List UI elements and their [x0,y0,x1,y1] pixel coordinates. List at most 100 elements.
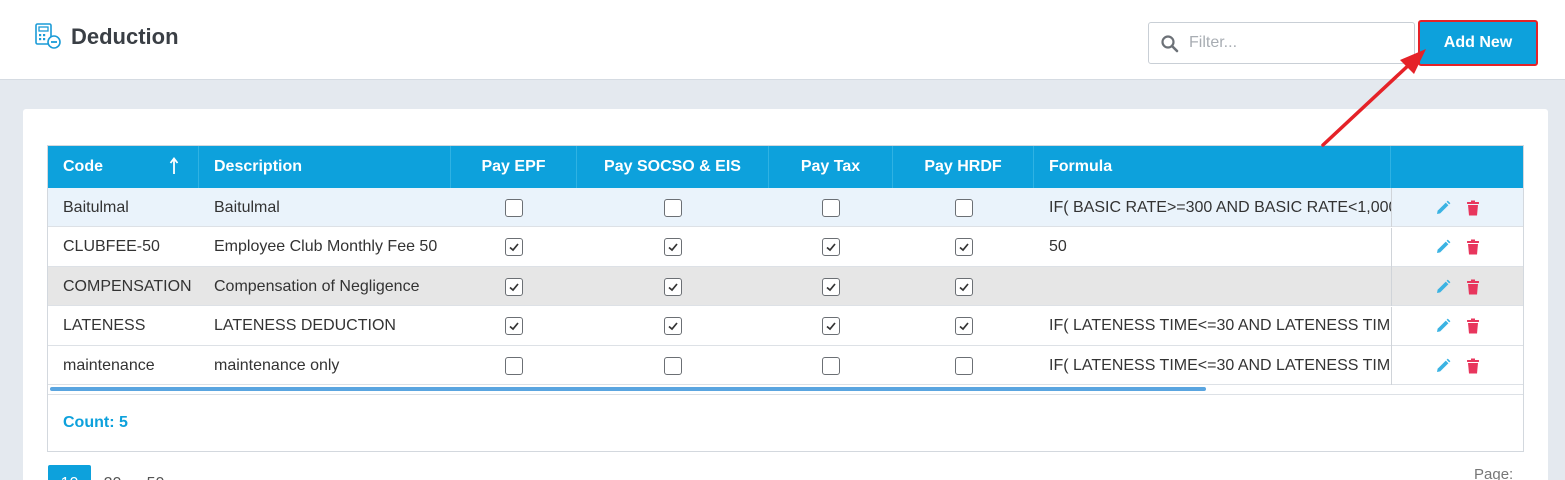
row-count: Count: 5 [63,414,128,431]
cell-pay-tax [769,346,893,385]
row-actions [1391,346,1523,385]
unchecked-checkbox[interactable] [664,198,682,217]
cell-description: Baitulmal [214,198,280,216]
unchecked-checkbox[interactable] [822,198,840,217]
table-row[interactable]: maintenance maintenance only IF( LATENESS … [48,346,1523,385]
table-row[interactable]: LATENESS LATENESS DEDUCTION IF( LATENESS T… [48,306,1523,346]
checked-checkbox[interactable] [664,277,682,296]
cell-code: COMPENSATION [63,277,192,295]
delete-icon[interactable] [1464,357,1482,375]
cell-pay-hrdf [893,307,1034,346]
cell-pay-socso [577,307,769,346]
cell-pay-hrdf [893,228,1034,267]
unchecked-checkbox[interactable] [954,356,973,375]
column-header-code[interactable]: Code [48,146,199,188]
grid-header: Code Description Pay EPF Pay SOCSO & EIS… [48,146,1523,188]
row-actions [1391,188,1523,227]
edit-icon[interactable] [1434,278,1452,296]
checked-checkbox[interactable] [822,238,840,256]
cell-pay-tax [769,267,893,306]
cell-pay-tax [769,188,893,227]
cell-code: Baitulmal [63,198,129,216]
edit-icon[interactable] [1434,357,1452,375]
cell-formula [1034,267,1391,306]
unchecked-checkbox[interactable] [505,356,523,375]
cell-pay-epf [451,188,577,227]
column-header-pay-hrdf[interactable]: Pay HRDF [893,146,1034,188]
table-row[interactable]: Baitulmal Baitulmal IF( BASIC RATE>=300 AN… [48,188,1523,227]
unchecked-checkbox[interactable] [822,356,840,375]
delete-icon[interactable] [1464,278,1482,296]
checked-checkbox[interactable] [822,277,840,296]
grid-footer-divider [48,394,1523,395]
cell-pay-hrdf [893,267,1034,306]
horizontal-scrollbar[interactable] [50,387,1206,391]
checked-checkbox[interactable] [954,277,973,296]
cell-pay-epf [451,228,577,267]
cell-pay-socso [577,188,769,227]
cell-description: LATENESS DEDUCTION [214,317,396,334]
edit-icon[interactable] [1434,199,1452,217]
edit-icon[interactable] [1434,317,1452,335]
checked-checkbox[interactable] [954,317,973,335]
page-size-20[interactable]: 20 [91,465,134,480]
cell-formula: IF( LATENESS TIME<=30 AND LATENESS TIME<… [1049,356,1391,374]
checked-checkbox[interactable] [664,238,682,256]
search-icon [1161,35,1179,53]
calculator-icon [35,23,61,49]
table-row[interactable]: CLUBFEE-50 Employee Club Monthly Fee 50 50 [48,227,1523,267]
edit-icon[interactable] [1434,238,1452,256]
cell-pay-epf [451,307,577,346]
cell-pay-tax [769,307,893,346]
page-size-10[interactable]: 10 [48,465,91,480]
column-header-actions [1391,146,1523,188]
filter-input[interactable] [1189,30,1404,56]
checked-checkbox[interactable] [505,238,523,256]
cell-pay-socso [577,228,769,267]
cell-formula: IF( BASIC RATE>=300 AND BASIC RATE<1,000… [1049,198,1391,216]
checked-checkbox[interactable] [822,317,840,335]
cell-code: LATENESS [63,317,146,334]
cell-pay-epf [451,267,577,306]
checked-checkbox[interactable] [505,277,523,296]
column-header-pay-tax[interactable]: Pay Tax [769,146,893,188]
cell-formula: 50 [1049,238,1067,255]
unchecked-checkbox[interactable] [954,198,973,217]
checked-checkbox[interactable] [664,317,682,335]
page-label: Page: [1474,466,1514,480]
filter-box[interactable] [1148,22,1415,64]
cell-description: Compensation of Negligence [214,277,420,295]
page-title: Deduction [71,24,179,49]
delete-icon[interactable] [1464,317,1482,335]
delete-icon[interactable] [1464,238,1482,256]
checked-checkbox[interactable] [505,317,523,335]
top-bar: Deduction Add New [0,0,1565,80]
unchecked-checkbox[interactable] [505,198,523,217]
page-size-50[interactable]: 50 [134,465,177,480]
cell-description: maintenance only [214,356,340,374]
page-size-selector: 10 20 50 [48,465,177,480]
cell-description: Employee Club Monthly Fee 50 [214,238,438,255]
unchecked-checkbox[interactable] [664,356,682,375]
checked-checkbox[interactable] [954,238,973,256]
table-row[interactable]: COMPENSATION Compensation of Negligence [48,267,1523,306]
sort-ascending-icon[interactable] [169,156,179,176]
cell-pay-hrdf [893,346,1034,385]
row-actions [1391,227,1523,267]
column-header-description[interactable]: Description [199,146,451,188]
cell-pay-tax [769,228,893,267]
cell-pay-socso [577,267,769,306]
cell-formula: IF( LATENESS TIME<=30 AND LATENESS TIME<… [1049,317,1391,334]
cell-code: CLUBFEE-50 [63,238,160,255]
row-actions [1391,306,1523,346]
add-new-button[interactable]: Add New [1418,20,1538,66]
cell-code: maintenance [63,356,155,374]
column-header-formula[interactable]: Formula [1034,146,1391,188]
column-header-pay-socso-eis[interactable]: Pay SOCSO & EIS [577,146,769,188]
column-header-pay-epf[interactable]: Pay EPF [451,146,577,188]
cell-pay-epf [451,346,577,385]
row-actions [1391,267,1523,306]
cell-pay-hrdf [893,188,1034,227]
delete-icon[interactable] [1464,199,1482,217]
cell-pay-socso [577,346,769,385]
